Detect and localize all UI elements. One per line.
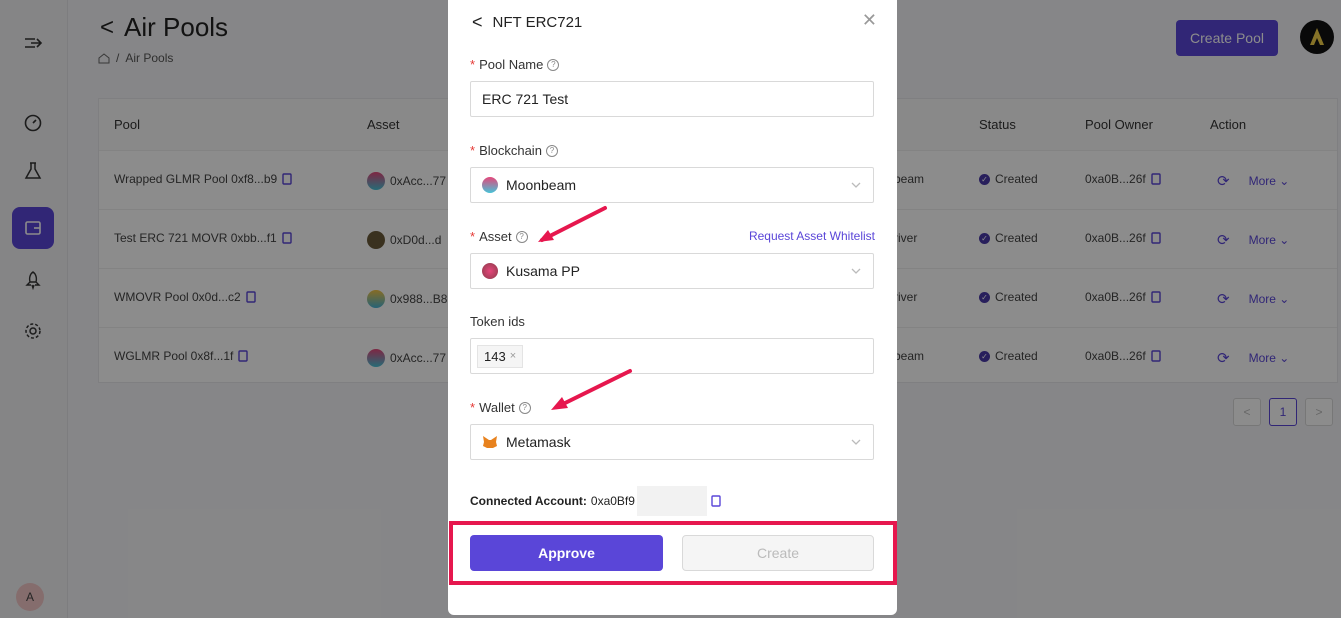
chevron-down-icon: [851, 182, 861, 188]
asset-select[interactable]: Kusama PP: [470, 253, 874, 289]
wallet-label: * Wallet?: [470, 400, 531, 415]
wallet-value: Metamask: [506, 434, 571, 450]
token-ids-input[interactable]: 143 ×: [470, 338, 874, 374]
highlight-box: [449, 521, 897, 585]
pool-name-label: * Pool Name?: [470, 57, 560, 72]
chevron-down-icon: [851, 268, 861, 274]
connected-account: Connected Account: 0xa0Bf9: [470, 486, 721, 516]
redacted-area: [636, 486, 707, 516]
token-tag: 143 ×: [477, 344, 524, 368]
help-icon[interactable]: ?: [515, 230, 528, 243]
help-icon[interactable]: ?: [547, 58, 560, 71]
connected-account-label: Connected Account:: [470, 494, 587, 508]
connected-account-value: 0xa0Bf9: [590, 494, 635, 508]
wallet-select[interactable]: Metamask: [470, 424, 874, 460]
moonbeam-logo-icon: [482, 177, 498, 193]
pool-name-input[interactable]: ERC 721 Test: [470, 81, 874, 117]
help-icon[interactable]: ?: [518, 401, 531, 414]
blockchain-select[interactable]: Moonbeam: [470, 167, 874, 203]
pool-name-value: ERC 721 Test: [482, 91, 569, 107]
asset-value: Kusama PP: [506, 263, 580, 279]
blockchain-value: Moonbeam: [506, 177, 577, 193]
close-icon[interactable]: ✕: [862, 10, 877, 31]
remove-tag-icon[interactable]: ×: [510, 350, 516, 362]
back-chevron-icon[interactable]: <: [472, 12, 483, 33]
request-asset-whitelist-link[interactable]: Request Asset Whitelist: [749, 229, 875, 243]
help-icon[interactable]: ?: [545, 144, 558, 157]
asset-label: * Asset?: [470, 229, 528, 244]
chevron-down-icon: [851, 439, 861, 445]
modal-title-text: NFT ERC721: [492, 14, 583, 31]
kusama-logo-icon: [482, 263, 498, 279]
blockchain-label: * Blockchain?: [470, 143, 558, 158]
copy-icon[interactable]: [711, 495, 721, 507]
token-ids-label: Token ids: [470, 314, 525, 329]
modal-title: < NFT ERC721: [472, 12, 582, 33]
metamask-fox-icon: [483, 436, 497, 448]
